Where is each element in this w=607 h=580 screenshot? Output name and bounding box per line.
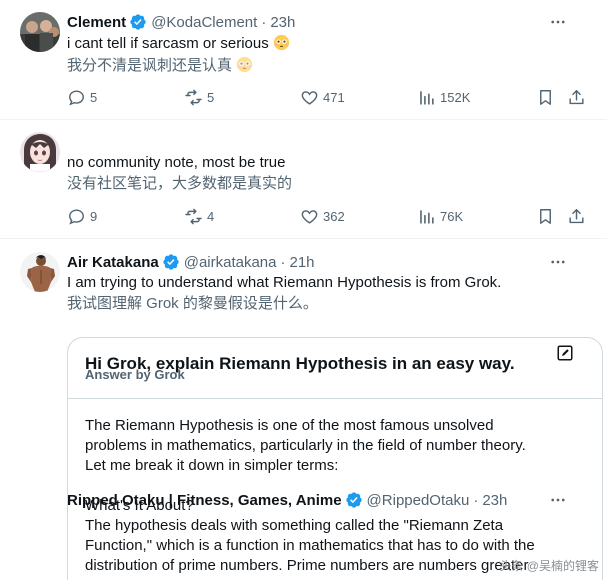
grok-answer-label: Answer by Grok [85,367,185,382]
reply-button[interactable]: 5 [67,87,97,107]
share-icon [569,89,584,104]
answer-line: Let me break it down in simpler terms: [85,457,339,474]
heart-icon [301,90,318,105]
reply-icon [69,89,84,106]
tweet-translation: 我分不清是讽刺还是认真 [67,56,587,76]
bookmark-button[interactable] [536,87,555,107]
tweet-text: i cant tell if sarcasm or serious [67,34,587,54]
grok-answer-body: The Riemann Hypothesis is one of the mos… [68,398,602,580]
answer-line: Function," which is a function in mathem… [85,537,535,554]
tweet-air-katakana[interactable]: Air Katakana @airkatakana · 21h no commu… [0,120,607,271]
retweet-button[interactable]: 5 [184,87,214,107]
tweet-text: I am trying to understand what Riemann H… [67,274,502,291]
tweet-translation: 没有社区笔记，大多数都是真实的 [67,175,293,192]
views-button[interactable]: 76K [417,206,463,226]
retweet-icon [185,208,202,224]
views-button[interactable]: 152K [417,87,470,107]
handle[interactable]: @KodaClement [151,14,257,31]
like-button[interactable]: 362 [300,206,345,226]
flushed-face-emoji-icon [273,34,289,51]
answer-line: What's It About? [85,497,194,514]
verified-badge-icon [130,14,146,30]
retweet-button[interactable]: 4 [184,206,214,226]
reply-icon [69,208,84,225]
avatar[interactable] [20,12,60,52]
avatar[interactable] [20,132,60,172]
edit-prompt-icon[interactable] [556,344,574,362]
like-button[interactable]: 471 [300,87,345,107]
tweet-actions: 5 5 471 152K [67,87,587,107]
answer-line: The Riemann Hypothesis is one of the mos… [85,417,494,434]
tweet-actions: 9 4 362 76K [67,206,587,226]
grok-answer-card[interactable]: Hi Grok, explain Riemann Hypothesis in a… [67,337,603,580]
tweet-text: no community note, most be true [67,154,286,171]
bookmark-icon [540,208,551,224]
answer-text: The Riemann Hypothesis is one of the mos… [85,416,585,576]
retweet-icon [185,89,202,105]
share-button[interactable] [567,206,586,226]
tweet-translation: 我试图理解 Grok 的黎曼假设是什么。 [67,295,318,312]
tweet-clement[interactable]: Clement @KodaClement · 23h i cant tell i… [0,0,607,120]
timestamp[interactable]: 23h [270,14,295,31]
analytics-bars-icon [420,209,434,224]
share-button[interactable] [567,87,586,107]
answer-line: problems in mathematics, particularly in… [85,437,526,454]
avatar[interactable] [20,252,60,292]
share-icon [569,208,584,223]
flushed-face-emoji-icon [236,56,253,73]
answer-line [85,476,585,496]
more-options-icon[interactable] [549,12,567,32]
answer-line: The hypothesis deals with something call… [85,517,504,534]
separator-dot: · [261,13,267,31]
bookmark-button[interactable] [536,206,555,226]
analytics-bars-icon [420,90,434,105]
display-name[interactable]: Clement [67,14,126,31]
heart-icon [301,209,318,224]
watermark-text: 头条 @吴楠的锂客 [499,559,599,573]
reply-button[interactable]: 9 [67,206,97,226]
bookmark-icon [540,89,551,105]
